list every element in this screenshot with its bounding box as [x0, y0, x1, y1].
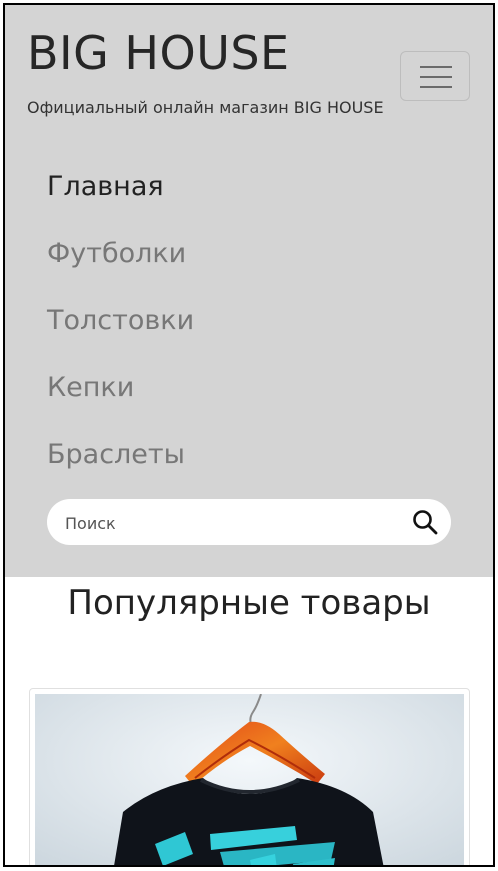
brand-tagline: Официальный онлайн магазин BIG HOUSE: [27, 98, 384, 117]
product-card[interactable]: [29, 688, 470, 865]
search-icon: [413, 510, 438, 535]
main-nav: Главная Футболки Толстовки Кепки Браслет…: [47, 165, 194, 500]
popular-products-title: Популярные товары: [67, 583, 431, 623]
menu-toggle-button[interactable]: [400, 51, 470, 101]
nav-item-caps[interactable]: Кепки: [47, 366, 194, 433]
search-button[interactable]: [411, 508, 439, 536]
search-form: [47, 499, 451, 547]
nav-item-hoodies[interactable]: Толстовки: [47, 299, 194, 366]
site-header: BIG HOUSE Официальный онлайн магазин BIG…: [5, 5, 493, 577]
nav-item-home[interactable]: Главная: [47, 165, 194, 232]
product-image[interactable]: [35, 694, 464, 865]
search-input[interactable]: [63, 499, 387, 547]
phone-frame: BIG HOUSE Официальный онлайн магазин BIG…: [3, 3, 495, 867]
nav-item-tshirts[interactable]: Футболки: [47, 232, 194, 299]
brand-title[interactable]: BIG HOUSE: [27, 23, 290, 83]
nav-item-bracelets[interactable]: Браслеты: [47, 433, 194, 500]
